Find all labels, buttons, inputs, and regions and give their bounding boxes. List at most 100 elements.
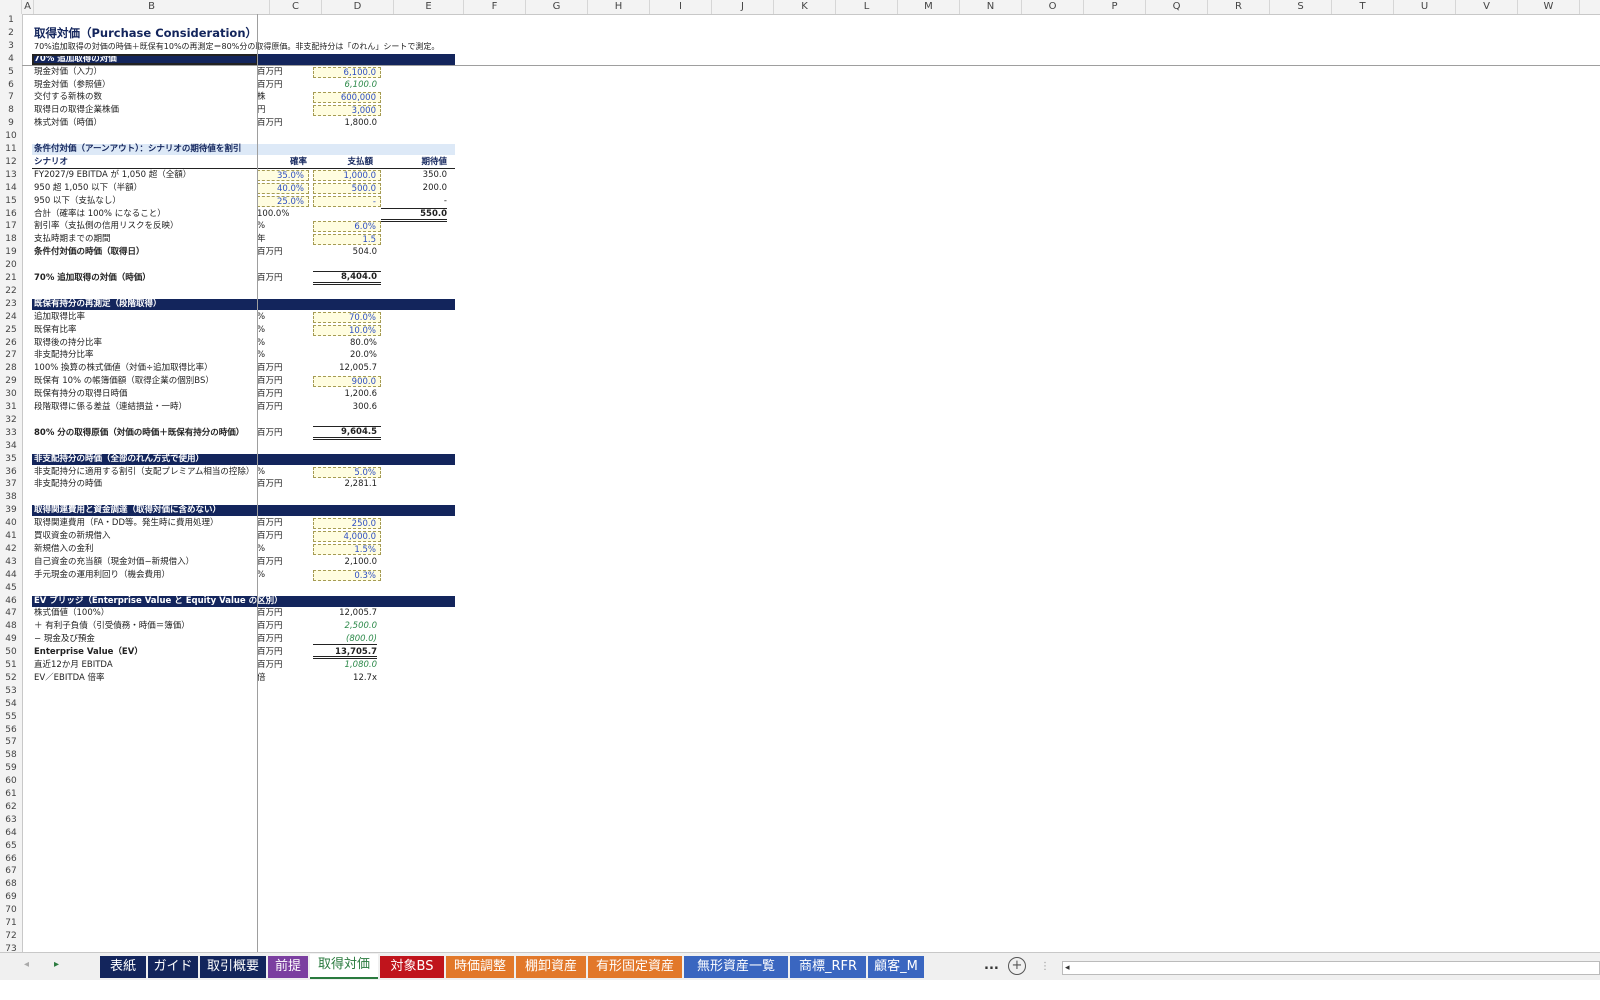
- column-header-f[interactable]: F: [464, 0, 526, 14]
- row-header[interactable]: 1: [0, 14, 22, 27]
- expected-value[interactable]: -: [381, 195, 447, 207]
- column-header-c[interactable]: C: [270, 0, 322, 14]
- row-header[interactable]: 18: [0, 233, 22, 246]
- row-header[interactable]: 46: [0, 595, 22, 608]
- row-header[interactable]: 29: [0, 375, 22, 388]
- row-header[interactable]: 25: [0, 324, 22, 337]
- column-header-s[interactable]: S: [1270, 0, 1332, 14]
- row-header[interactable]: 43: [0, 556, 22, 569]
- row-header[interactable]: 72: [0, 930, 22, 943]
- input-cell[interactable]: 10.0%: [313, 324, 381, 336]
- row-header[interactable]: 66: [0, 853, 22, 866]
- sheet-tab[interactable]: 顧客_M: [868, 956, 924, 978]
- scroll-left-icon[interactable]: ◂: [1065, 962, 1070, 974]
- sheet-tab[interactable]: ガイド: [148, 956, 198, 978]
- row-header[interactable]: 39: [0, 504, 22, 517]
- add-sheet-button[interactable]: +: [1008, 957, 1026, 975]
- input-cell[interactable]: 3,000: [313, 105, 381, 117]
- sheet-tab[interactable]: 棚卸資産: [516, 956, 586, 978]
- row-header[interactable]: 16: [0, 208, 22, 221]
- pay-input[interactable]: 1,000.0: [313, 169, 381, 181]
- tab-scroll-right-icon[interactable]: ▸: [54, 959, 59, 970]
- select-all-corner[interactable]: [0, 0, 22, 14]
- worksheet-grid[interactable]: 取得対価（Purchase Consideration） 70%追加取得の対価の…: [22, 14, 1600, 972]
- row-header[interactable]: 68: [0, 878, 22, 891]
- expected-value[interactable]: 200.0: [381, 182, 447, 194]
- row-header[interactable]: 35: [0, 453, 22, 466]
- sheet-tab[interactable]: 有形固定資産: [588, 956, 682, 978]
- column-header-e[interactable]: E: [394, 0, 464, 14]
- row-header[interactable]: 40: [0, 517, 22, 530]
- splitter-icon[interactable]: ⋮: [1040, 961, 1050, 973]
- row-header[interactable]: 31: [0, 401, 22, 414]
- row-header[interactable]: 34: [0, 440, 22, 453]
- column-header-b[interactable]: B: [34, 0, 270, 14]
- row-header[interactable]: 30: [0, 388, 22, 401]
- row-header[interactable]: 21: [0, 272, 22, 285]
- column-header-j[interactable]: J: [712, 0, 774, 14]
- row-header[interactable]: 49: [0, 633, 22, 646]
- active-cell-border[interactable]: [32, 53, 258, 65]
- row-header[interactable]: 13: [0, 169, 22, 182]
- pay-input[interactable]: -: [313, 195, 381, 207]
- value-cell-total[interactable]: 9,604.5: [313, 425, 381, 440]
- row-header[interactable]: 14: [0, 182, 22, 195]
- row-header[interactable]: 20: [0, 259, 22, 272]
- sheet-tab[interactable]: 前提: [268, 956, 308, 978]
- value-cell-total[interactable]: 13,705.7: [313, 646, 377, 660]
- row-header[interactable]: 60: [0, 775, 22, 788]
- row-header[interactable]: 2: [0, 27, 22, 40]
- sheet-tab[interactable]: 対象BS: [380, 956, 444, 978]
- row-header[interactable]: 28: [0, 362, 22, 375]
- row-header[interactable]: 26: [0, 337, 22, 350]
- row-header[interactable]: 58: [0, 749, 22, 762]
- sheet-tab[interactable]: 取引概要: [200, 956, 266, 978]
- row-header[interactable]: 45: [0, 582, 22, 595]
- row-header[interactable]: 61: [0, 788, 22, 801]
- input-cell[interactable]: 4,000.0: [313, 531, 381, 542]
- row-header[interactable]: 51: [0, 659, 22, 672]
- column-header-a[interactable]: A: [22, 0, 34, 14]
- row-header[interactable]: 17: [0, 220, 22, 233]
- input-cell[interactable]: 1.5: [313, 234, 381, 246]
- sheet-tab[interactable]: 無形資産一覧: [684, 956, 788, 978]
- value-cell[interactable]: 12,005.7: [313, 362, 377, 374]
- sheet-tab[interactable]: 表紙: [100, 956, 146, 978]
- column-header-g[interactable]: G: [526, 0, 588, 14]
- column-header-n[interactable]: N: [960, 0, 1022, 14]
- row-header[interactable]: 59: [0, 762, 22, 775]
- input-cell[interactable]: 900.0: [313, 376, 381, 388]
- prob-input[interactable]: 35.0%: [257, 169, 309, 181]
- row-header[interactable]: 32: [0, 414, 22, 427]
- input-cell[interactable]: 250.0: [313, 518, 381, 530]
- row-header[interactable]: 10: [0, 130, 22, 143]
- input-cell[interactable]: 0.3%: [313, 569, 381, 581]
- value-cell[interactable]: 504.0: [313, 246, 377, 258]
- row-header[interactable]: 3: [0, 40, 22, 53]
- row-header[interactable]: 38: [0, 491, 22, 504]
- row-header[interactable]: 4: [0, 53, 22, 66]
- value-cell[interactable]: 80.0%: [313, 337, 377, 349]
- row-header[interactable]: 64: [0, 827, 22, 840]
- input-cell[interactable]: 600,000: [313, 92, 381, 104]
- expected-total[interactable]: 550.0: [381, 207, 447, 222]
- row-header[interactable]: 27: [0, 349, 22, 362]
- expected-value[interactable]: 350.0: [381, 169, 447, 181]
- column-header-v[interactable]: V: [1456, 0, 1518, 14]
- column-header-r[interactable]: R: [1208, 0, 1270, 14]
- value-cell[interactable]: 300.6: [313, 401, 377, 413]
- row-header[interactable]: 11: [0, 143, 22, 156]
- column-header-w[interactable]: W: [1518, 0, 1580, 14]
- row-header[interactable]: 67: [0, 865, 22, 878]
- input-cell[interactable]: 6,100.0: [313, 66, 381, 78]
- value-cell[interactable]: 12.7x: [313, 672, 377, 684]
- row-header[interactable]: 6: [0, 79, 22, 92]
- row-header[interactable]: 7: [0, 91, 22, 104]
- row-header[interactable]: 65: [0, 840, 22, 853]
- column-header-k[interactable]: K: [774, 0, 836, 14]
- horizontal-scrollbar[interactable]: ◂: [1062, 961, 1600, 975]
- input-cell[interactable]: 70.0%: [313, 311, 381, 323]
- row-header[interactable]: 50: [0, 646, 22, 659]
- sheet-tab[interactable]: 時価調整: [446, 956, 514, 978]
- row-header[interactable]: 42: [0, 543, 22, 556]
